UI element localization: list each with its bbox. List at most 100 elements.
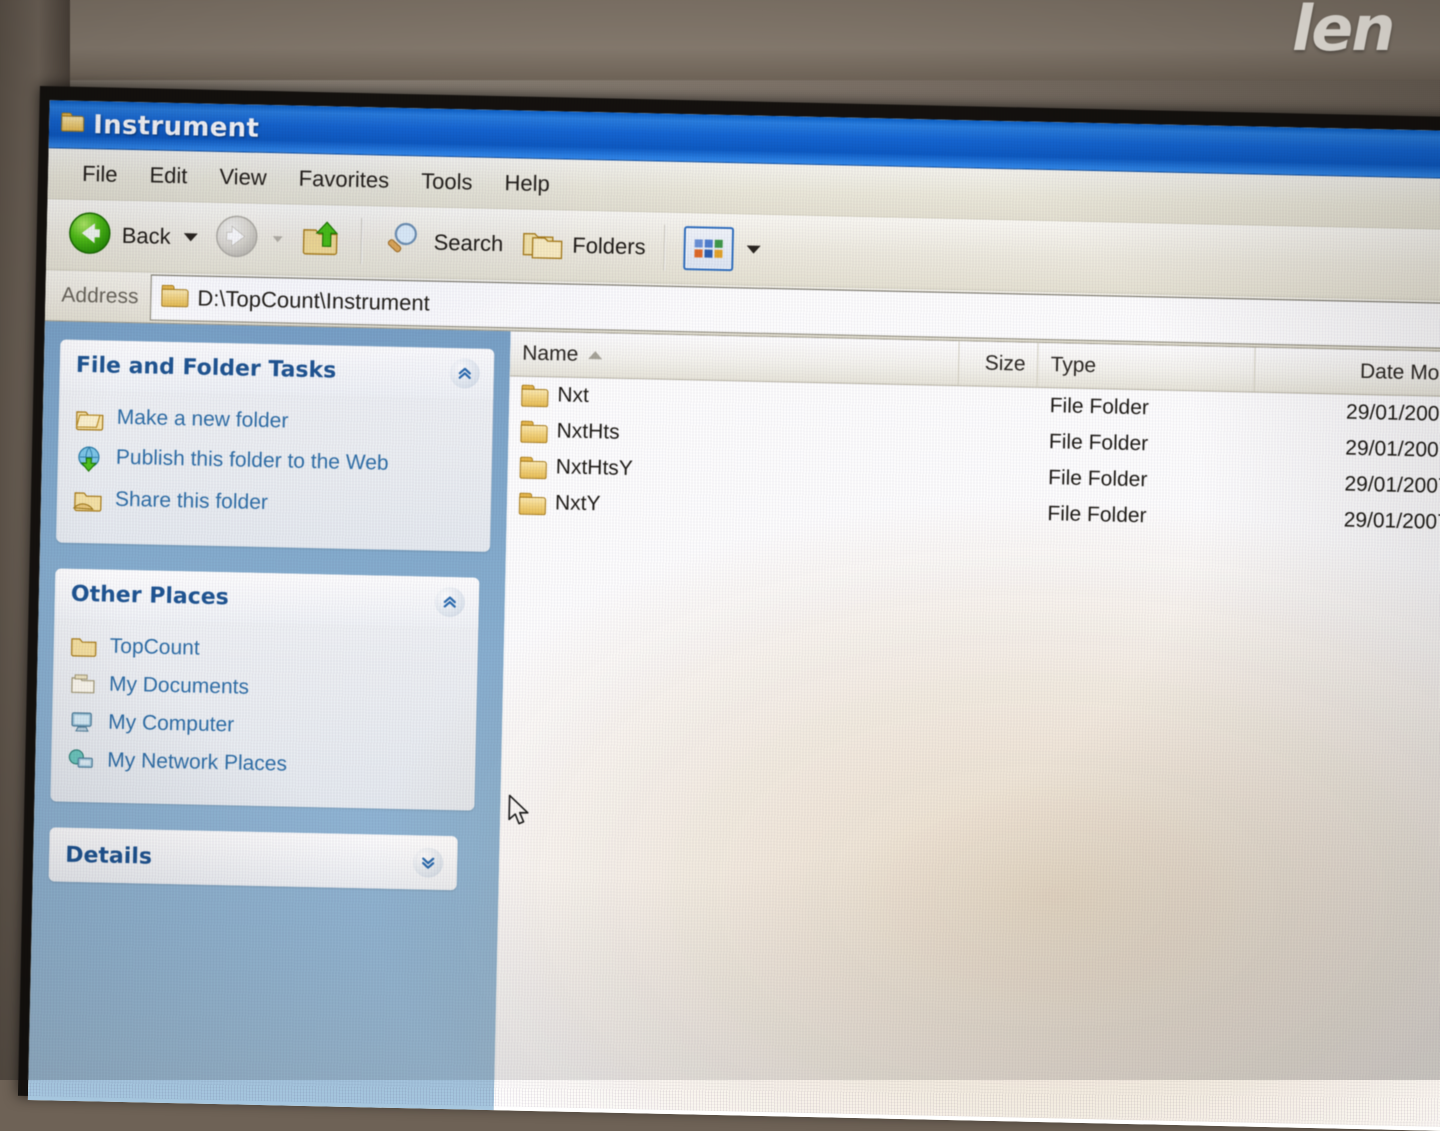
new-folder-icon <box>74 405 105 437</box>
menu-item-view[interactable]: View <box>203 160 283 196</box>
panel-body: Make a new folder Publish this folder to… <box>56 389 493 551</box>
panel-header[interactable]: Details <box>48 827 458 891</box>
chevron-up-double-icon[interactable] <box>449 358 481 389</box>
cell-date-modified: 29/01/2007 <box>1345 400 1440 426</box>
panel-title: Details <box>64 842 153 870</box>
publish-web-icon <box>73 445 104 479</box>
column-label: Type <box>1050 353 1097 378</box>
window-title: Instrument <box>92 109 260 144</box>
views-dropdown-caret[interactable] <box>746 245 761 254</box>
file-list[interactable]: Name Size Type Date Mod Nxt File Folder … <box>493 331 1440 1131</box>
file-name: NxtHtsY <box>555 455 634 481</box>
column-header-type[interactable]: Type <box>1038 342 1256 392</box>
my-computer-icon <box>68 710 97 740</box>
menu-item-tools[interactable]: Tools <box>405 164 489 200</box>
place-my-network-places[interactable]: My Network Places <box>67 748 462 786</box>
panel-details: Details <box>48 827 458 891</box>
forward-arrow-icon <box>213 212 260 264</box>
magnifier-icon <box>380 217 425 267</box>
window-body: File and Folder Tasks Make a new folder … <box>27 321 1440 1131</box>
back-dropdown-caret[interactable] <box>183 233 198 242</box>
my-network-places-icon <box>67 748 96 778</box>
panel-file-and-folder-tasks: File and Folder Tasks Make a new folder … <box>56 339 495 552</box>
panel-title: Other Places <box>70 581 230 610</box>
up-button[interactable] <box>290 211 351 269</box>
menu-item-help[interactable]: Help <box>488 166 566 202</box>
search-button[interactable]: Search <box>372 213 512 273</box>
panel-title: File and Folder Tasks <box>75 352 337 384</box>
panel-other-places: Other Places TopCount My Documents My Co… <box>50 568 480 811</box>
panel-header[interactable]: Other Places <box>54 568 480 628</box>
task-label: Make a new folder <box>116 405 289 433</box>
place-my-documents[interactable]: My Documents <box>69 672 464 710</box>
chevron-up-double-icon[interactable] <box>434 586 466 618</box>
cell-date-modified: 29/01/2007 <box>1343 508 1440 534</box>
place-label: My Network Places <box>107 748 288 776</box>
column-header-size[interactable]: Size <box>959 341 1040 387</box>
menu-item-edit[interactable]: Edit <box>133 158 204 194</box>
address-label: Address <box>61 283 139 309</box>
column-label: Date Mod <box>1359 359 1440 385</box>
toolbar-separator-1 <box>360 218 364 265</box>
task-pane: File and Folder Tasks Make a new folder … <box>27 321 511 1115</box>
sort-ascending-icon <box>588 351 603 360</box>
monitor-screen: Instrument File Edit View Favorites Tool… <box>17 86 1440 1131</box>
place-label: TopCount <box>109 634 200 660</box>
views-button[interactable] <box>675 222 769 276</box>
search-label: Search <box>433 229 504 257</box>
cell-date-modified: 29/01/2007 <box>1344 472 1440 498</box>
my-documents-icon <box>69 672 98 702</box>
cell-size <box>958 422 1038 460</box>
column-label: Name <box>522 341 579 366</box>
toolbar-separator-2 <box>663 224 667 271</box>
folder-icon <box>520 420 548 443</box>
column-header-date-modified[interactable]: Date Mod <box>1254 347 1440 397</box>
up-folder-icon <box>298 215 343 265</box>
place-topcount[interactable]: TopCount <box>69 634 464 672</box>
back-arrow-icon <box>66 209 113 261</box>
back-label: Back <box>121 222 171 249</box>
forward-button[interactable] <box>205 208 291 269</box>
place-label: My Computer <box>107 710 235 737</box>
menu-item-favorites[interactable]: Favorites <box>282 161 405 198</box>
forward-dropdown-caret[interactable] <box>272 236 283 243</box>
place-my-computer[interactable]: My Computer <box>68 710 463 748</box>
place-label: My Documents <box>108 672 250 699</box>
views-grid-icon <box>683 226 735 272</box>
file-name: NxtY <box>554 491 601 516</box>
folders-label: Folders <box>572 232 646 260</box>
folder-icon <box>521 384 549 407</box>
cell-type: File Folder <box>1049 394 1150 420</box>
address-value: D:\TopCount\Instrument <box>197 285 431 316</box>
task-make-a-new-folder[interactable]: Make a new folder <box>74 405 479 445</box>
task-label: Share this folder <box>114 487 269 515</box>
menu-item-file[interactable]: File <box>66 157 134 192</box>
task-share-this-folder[interactable]: Share this folder <box>72 487 478 527</box>
cell-date-modified: 29/01/2007 <box>1345 436 1440 462</box>
column-label: Size <box>984 351 1026 376</box>
bezel-top-edge <box>0 0 1440 80</box>
monitor-brand-logo: len <box>1292 0 1395 65</box>
cell-type: File Folder <box>1048 430 1149 456</box>
cell-size <box>958 386 1038 424</box>
folder-icon <box>519 456 547 479</box>
address-folder-icon <box>161 284 189 312</box>
titlebar-folder-icon <box>61 112 85 135</box>
explorer-window: Instrument File Edit View Favorites Tool… <box>27 100 1440 1131</box>
folder-icon <box>69 634 98 664</box>
cell-type: File Folder <box>1047 466 1148 492</box>
cell-size <box>956 494 1036 532</box>
chevron-down-double-icon[interactable] <box>412 847 444 878</box>
task-label: Publish this folder to the Web <box>115 445 389 475</box>
cell-type: File Folder <box>1047 502 1147 528</box>
folders-button[interactable]: Folders <box>511 218 654 274</box>
cell-size <box>957 458 1037 496</box>
folder-icon <box>518 492 547 515</box>
share-folder-icon <box>72 487 104 519</box>
task-publish-this-folder-to-the-web[interactable]: Publish this folder to the Web <box>73 445 478 487</box>
file-name: NxtHts <box>556 419 620 444</box>
file-name: Nxt <box>557 383 590 408</box>
back-button[interactable]: Back <box>58 205 206 267</box>
panel-body: TopCount My Documents My Computer My Net… <box>50 618 478 810</box>
folders-icon <box>519 222 564 268</box>
